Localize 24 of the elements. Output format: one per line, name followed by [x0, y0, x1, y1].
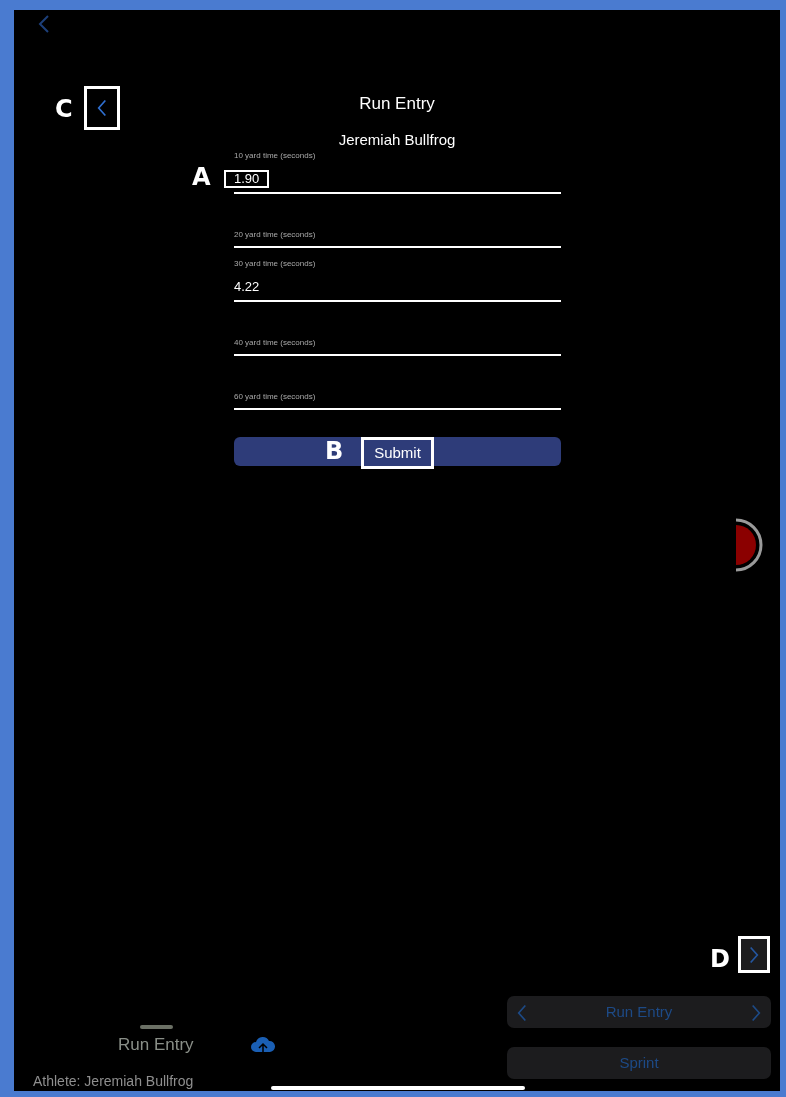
drag-handle[interactable] [140, 1025, 173, 1029]
annotation-letter: C [55, 96, 73, 122]
picker-label: Run Entry [605, 1001, 673, 1022]
screen-title: Run Entry [359, 93, 435, 115]
chevron-right-icon [751, 1003, 761, 1022]
field-label: 60 yard time (seconds) [234, 391, 316, 403]
field-label: 10 yard time (seconds) [234, 150, 316, 162]
tab-label: Run Entry [118, 1034, 194, 1056]
field-label: 40 yard time (seconds) [234, 337, 316, 349]
field-label: 30 yard time (seconds) [234, 258, 316, 270]
input-field[interactable]: 4.22 [234, 278, 260, 296]
chevron-left-icon [97, 99, 107, 117]
chevron-left-icon[interactable] [38, 15, 50, 33]
chevron-left-icon [517, 1003, 527, 1022]
chevron-right-icon [749, 945, 759, 964]
input-field[interactable]: 1.90 [224, 170, 270, 188]
annotation-letter: A [192, 164, 211, 190]
annotation-letter: D [710, 946, 730, 972]
field-label: 20 yard time (seconds) [234, 229, 316, 241]
athlete-name: Jeremiah Bullfrog [338, 130, 456, 150]
annotation-letter: B [325, 438, 344, 464]
status-text: Athlete: Jeremiah Bullfrog [33, 1073, 194, 1089]
back-button[interactable] [84, 86, 120, 130]
next-button[interactable] [738, 936, 770, 973]
